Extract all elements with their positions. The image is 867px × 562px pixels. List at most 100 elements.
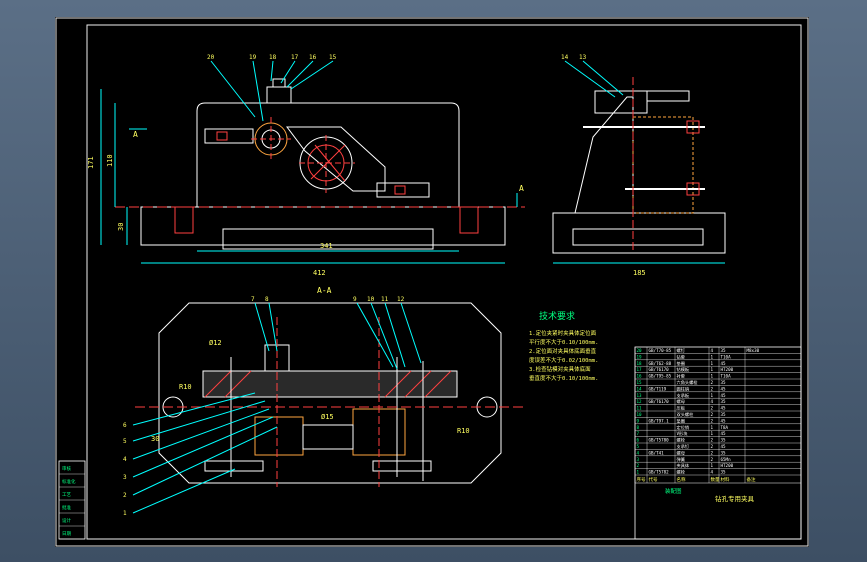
outer-border [55, 17, 809, 547]
side-table-cell: 日期 [62, 531, 71, 537]
parts-cell: GB/T97.1 [649, 418, 670, 423]
parts-cell: V形块 [677, 430, 689, 437]
dim-diameter-2: Ø15 [321, 413, 334, 421]
parts-cell: 35 [721, 470, 727, 475]
parts-cell: 螺母 [677, 398, 685, 405]
parts-cell: 35 [721, 348, 727, 353]
parts-cell: 2 [711, 450, 714, 455]
balloon-2: 2 [123, 492, 127, 499]
leader-20 [210, 60, 256, 118]
parts-cell: 16 [637, 374, 643, 379]
parts-cell: 双头螺柱 [677, 411, 695, 418]
parts-cell: 45 [721, 386, 727, 391]
leader-10 [370, 302, 398, 370]
parts-cell: 4 [711, 399, 714, 404]
parts-cell: 1 [711, 431, 714, 436]
parts-header-cell: 代号 [649, 476, 658, 483]
parts-cell: 弹簧 [677, 456, 685, 463]
leader-1 [132, 468, 236, 514]
parts-cell: GB/T5780 [649, 438, 670, 443]
parts-cell: 支承板 [677, 392, 690, 399]
leader-7 [254, 302, 270, 352]
parts-cell: 支承钉 [677, 443, 690, 450]
parts-cell: 定位销 [677, 424, 690, 431]
parts-cell: 1 [711, 361, 714, 366]
parts-cell: 35 [721, 438, 727, 443]
parts-cell: 45 [721, 418, 727, 423]
side-view [552, 60, 726, 264]
section-left-boss [254, 416, 304, 456]
front-lever-arm [286, 126, 386, 192]
tech-line-6: 垂直度不大于0.10/100mm. [529, 374, 598, 382]
balloon-7: 7 [251, 296, 255, 303]
side-table: 审核标准化工艺批准设计日期 [58, 460, 86, 540]
parts-cell: 14 [637, 386, 643, 391]
parts-cell: 钻套 [677, 353, 686, 360]
front-body-outline [196, 102, 460, 207]
title-block-name: 钻孔专用夹具 [715, 494, 755, 503]
parts-cell: M8x30 [747, 348, 760, 353]
parts-cell: 2 [711, 406, 714, 411]
parts-cell: 六角头螺栓 [677, 379, 699, 386]
parts-cell: 11 [637, 406, 643, 411]
parts-cell: 20 [637, 348, 643, 353]
front-base-left-pocket [174, 206, 194, 234]
inner-border [86, 24, 802, 540]
parts-cell: 钻模板 [677, 366, 690, 373]
balloon-18: 18 [269, 54, 277, 61]
balloon-17: 17 [291, 54, 299, 61]
balloon-10: 10 [367, 296, 375, 303]
dim-base-height: 30 [117, 223, 125, 231]
parts-header-cell: 名称 [677, 476, 686, 483]
parts-cell: 65Mn [721, 457, 732, 462]
parts-cell: 2 [711, 438, 714, 443]
parts-cell: 2 [711, 380, 714, 385]
dim-radius-left: R10 [179, 383, 192, 391]
parts-cell: 1 [711, 354, 714, 359]
side-table-cell: 工艺 [62, 492, 71, 498]
front-left-nut [216, 131, 228, 141]
parts-cell: 圆柱销 [677, 385, 690, 392]
parts-cell: GB/T119 [649, 386, 667, 391]
parts-cell: GB/T95-85 [649, 374, 672, 379]
view-mark-right: A [519, 184, 524, 193]
parts-header-cell: 数量 [711, 476, 720, 483]
leader-15 [290, 60, 334, 90]
parts-cell: 4 [637, 450, 640, 455]
parts-cell: GB/T5782 [649, 470, 670, 475]
leader-18 [270, 60, 274, 82]
section-label: A-A [317, 286, 332, 295]
parts-cell: 8 [637, 425, 640, 430]
drawing-sheet: 412 341 171 110 30 185 R10 R10 Ø12 Ø15 3… [55, 17, 809, 547]
balloon-11: 11 [381, 296, 389, 303]
parts-cell: 1 [711, 393, 714, 398]
parts-cell: 1 [711, 425, 714, 430]
parts-cell: 5 [637, 444, 640, 449]
parts-cell: 3 [637, 457, 640, 462]
parts-cell: 螺栓 [677, 469, 686, 476]
balloon-3: 3 [123, 474, 127, 481]
view-mark-left: A [133, 130, 138, 139]
parts-cell: 45 [721, 444, 727, 449]
tech-line-3: 2.定位面对夹具体底面垂直 [529, 347, 597, 355]
side-table-cell: 批准 [62, 504, 71, 511]
balloon-1: 1 [123, 510, 127, 517]
parts-cell: T10A [721, 374, 732, 379]
parts-cell: 19 [637, 354, 643, 359]
leader-19 [252, 60, 264, 122]
drawing-canvas: 412 341 171 110 30 185 R10 R10 Ø12 Ø15 3… [55, 17, 809, 547]
parts-cell: 1 [711, 374, 714, 379]
title-block-drawing-no: 装配图 [665, 487, 682, 495]
side-support [574, 96, 634, 214]
parts-cell: 2 [711, 412, 714, 417]
parts-cell: 垫圈 [677, 417, 685, 424]
parts-cell: 45 [721, 406, 727, 411]
parts-cell: 压板 [677, 405, 686, 412]
side-top-arm [646, 90, 690, 102]
section-web [302, 424, 354, 450]
parts-cell: 7 [637, 431, 640, 436]
tech-title: 技术要求 [539, 310, 575, 322]
balloon-8: 8 [265, 296, 269, 303]
parts-cell: GB/T41 [649, 450, 665, 455]
parts-cell: 12 [637, 399, 643, 404]
